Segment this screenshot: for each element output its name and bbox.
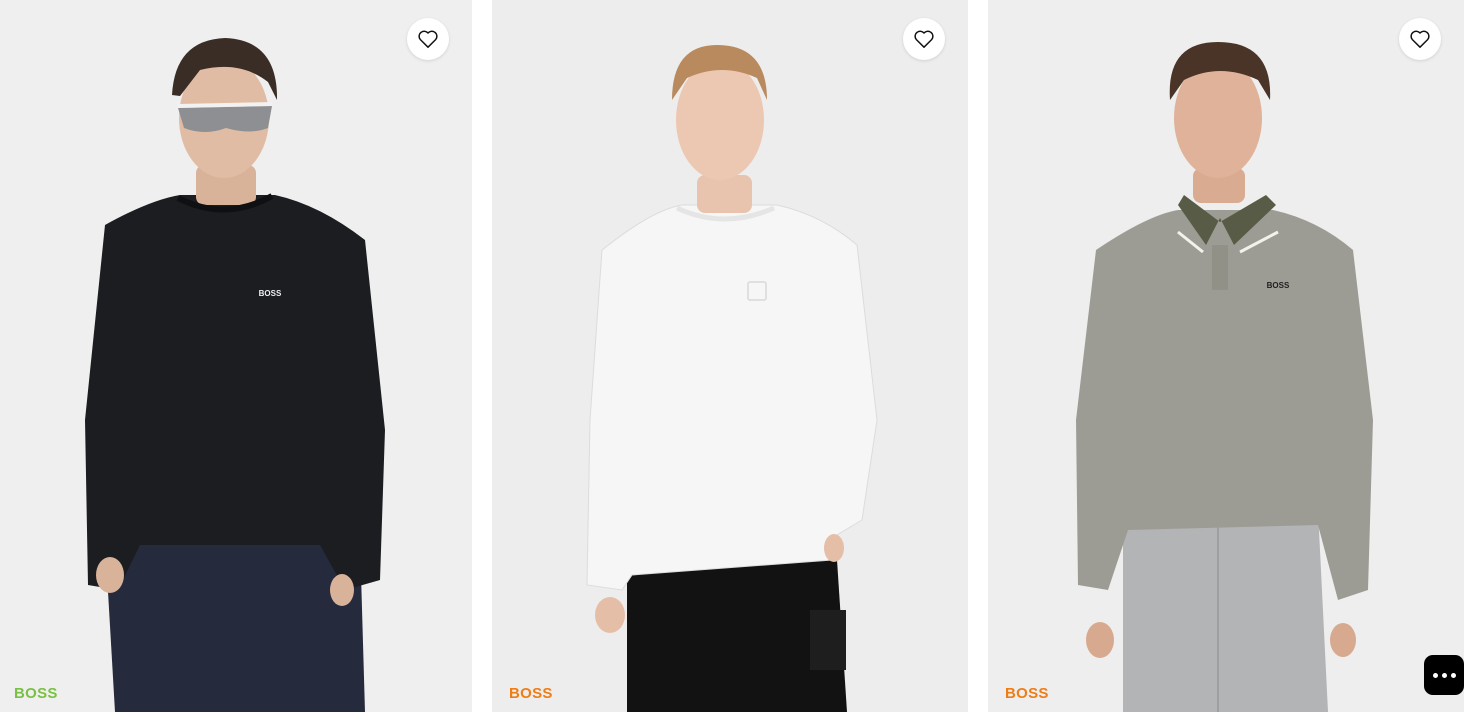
ellipsis-chat-icon [1441, 672, 1447, 678]
heart-outline-icon [914, 30, 934, 48]
wishlist-button[interactable] [1399, 18, 1441, 60]
chest-logo-text: BOSS [259, 289, 282, 298]
wishlist-button[interactable] [407, 18, 449, 60]
wishlist-button[interactable] [903, 18, 945, 60]
brand-label: BOSS [1005, 685, 1049, 702]
brand-label: BOSS [14, 685, 58, 702]
product-image[interactable]: BOSS [988, 0, 1464, 712]
product-image[interactable] [492, 0, 968, 712]
product-card[interactable]: BOSS [492, 0, 968, 712]
brand-label: BOSS [509, 685, 553, 702]
heart-outline-icon [1410, 30, 1430, 48]
product-card[interactable]: BOSS BOSS [988, 0, 1464, 712]
chat-button[interactable] [1424, 655, 1464, 695]
ellipsis-chat-icon [1450, 672, 1456, 678]
chest-logo-text: BOSS [1267, 281, 1290, 290]
product-card[interactable]: BOSS BOSS [0, 0, 472, 712]
product-grid: BOSS BOSS BOSS BOSS BOSS [0, 0, 1467, 712]
product-image[interactable]: BOSS [0, 0, 472, 712]
ellipsis-chat-icon [1432, 672, 1438, 678]
heart-outline-icon [418, 30, 438, 48]
